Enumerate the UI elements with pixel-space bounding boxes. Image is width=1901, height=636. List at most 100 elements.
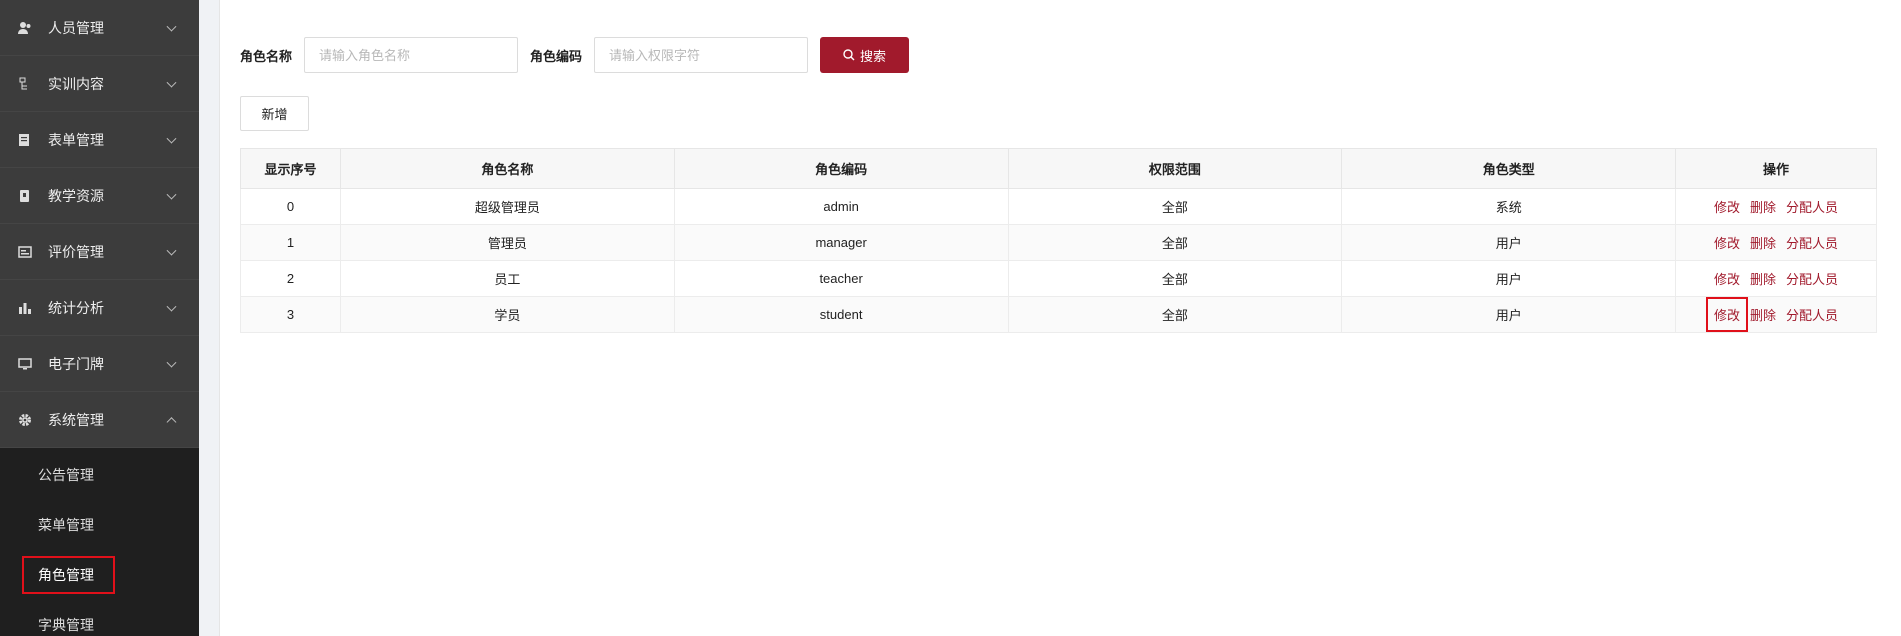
sidebar-subitem-role[interactable]: 角色管理 [0,550,199,600]
sidebar-item-system[interactable]: 系统管理 [0,392,199,448]
chevron-up-icon [166,416,177,427]
book-icon [18,189,32,203]
app: 人员管理 实训内容 表单管理 教学资源 评价管理 统计分析 电子门牌 系统管理 … [0,0,1901,636]
search-icon [843,49,855,61]
cell-idx: 0 [240,188,341,225]
edit-link[interactable]: 修改 [1706,297,1749,332]
sidebar-item-forms[interactable]: 表单管理 [0,112,199,168]
cell-name: 管理员 [339,224,675,261]
cell-name: 学员 [339,296,675,333]
cell-code: admin [673,188,1009,225]
cell-idx: 2 [240,260,341,297]
table-row: 2 员工 teacher 全部 用户 修改 删除 分配人员 [240,260,1877,297]
sidebar-item-label: 教学资源 [48,187,104,204]
delete-link[interactable]: 删除 [1750,269,1776,288]
chevron-down-icon [166,77,177,88]
sidebar-item-evaluation[interactable]: 评价管理 [0,224,199,280]
search-button[interactable]: 搜索 [820,37,910,73]
sidebar-item-resources[interactable]: 教学资源 [0,168,199,224]
content-card: 角色名称 角色编码 搜索 新增 显示序号 角色名称 角色编码 权限范围 [219,0,1901,636]
cell-ops: 修改 删除 分配人员 [1675,188,1877,225]
cell-type: 用户 [1341,224,1677,261]
bar-chart-icon [18,301,32,315]
delete-link[interactable]: 删除 [1750,233,1776,252]
sidebar-item-doorplate[interactable]: 电子门牌 [0,336,199,392]
chevron-down-icon [166,301,177,312]
cell-code: teacher [673,260,1009,297]
sidebar-item-label: 人员管理 [48,19,104,36]
sidebar-item-label: 系统管理 [48,411,104,428]
sidebar-item-training[interactable]: 实训内容 [0,56,199,112]
chevron-down-icon [166,133,177,144]
table-row: 3 学员 student 全部 用户 修改 删除 分配人员 [240,296,1877,333]
cell-scope: 全部 [1007,224,1343,261]
cell-type: 系统 [1341,188,1677,225]
cell-scope: 全部 [1007,188,1343,225]
column-header: 权限范围 [1007,148,1343,189]
cell-ops: 修改 删除 分配人员 [1675,296,1877,333]
edit-link[interactable]: 修改 [1714,269,1740,288]
assign-users-link[interactable]: 分配人员 [1786,197,1838,216]
sidebar-subitem-dictionary[interactable]: 字典管理 [0,600,199,636]
column-header: 显示序号 [240,148,341,189]
gear-icon [18,413,32,427]
cell-code: manager [673,224,1009,261]
table-header-row: 显示序号 角色名称 角色编码 权限范围 角色类型 操作 [240,148,1877,189]
sidebar-item-statistics[interactable]: 统计分析 [0,280,199,336]
role-name-input[interactable] [304,37,519,73]
table-row: 1 管理员 manager 全部 用户 修改 删除 分配人员 [240,224,1877,261]
edit-link[interactable]: 修改 [1714,233,1740,252]
main-content: 角色名称 角色编码 搜索 新增 显示序号 角色名称 角色编码 权限范围 [199,0,1901,636]
cell-scope: 全部 [1007,296,1343,333]
chevron-down-icon [166,189,177,200]
sidebar-subitem-menu[interactable]: 菜单管理 [0,500,199,550]
assign-users-link[interactable]: 分配人员 [1786,305,1838,324]
column-header: 角色类型 [1341,148,1677,189]
role-name-label: 角色名称 [240,48,293,64]
cell-type: 用户 [1341,260,1677,297]
highlight-box [22,556,115,594]
cell-name: 超级管理员 [339,188,675,225]
sidebar-subitem-notice[interactable]: 公告管理 [0,450,199,500]
sidebar-item-label: 表单管理 [48,131,104,148]
cell-code: student [673,296,1009,333]
assign-users-link[interactable]: 分配人员 [1786,269,1838,288]
system-submenu: 公告管理 菜单管理 角色管理 字典管理 [0,448,199,636]
cell-scope: 全部 [1007,260,1343,297]
form-icon [18,133,32,147]
assign-users-link[interactable]: 分配人员 [1786,233,1838,252]
sidebar-subitem-label: 公告管理 [38,467,94,483]
sidebar-subitem-label: 字典管理 [38,617,94,633]
search-button-label: 搜索 [860,48,887,64]
role-code-label: 角色编码 [530,48,583,64]
delete-link[interactable]: 删除 [1750,305,1776,324]
sidebar-subitem-label: 菜单管理 [38,517,94,533]
column-header: 角色编码 [673,148,1009,189]
delete-link[interactable]: 删除 [1750,197,1776,216]
cell-ops: 修改 删除 分配人员 [1675,224,1877,261]
chevron-down-icon [166,21,177,32]
users-icon [18,21,32,35]
cell-ops: 修改 删除 分配人员 [1675,260,1877,297]
cell-idx: 1 [240,224,341,261]
add-button[interactable]: 新增 [240,96,309,131]
role-code-input[interactable] [594,37,809,73]
chevron-down-icon [166,245,177,256]
column-header: 操作 [1675,148,1877,189]
cell-idx: 3 [240,296,341,333]
monitor-icon [18,357,32,371]
table-row: 0 超级管理员 admin 全部 系统 修改 删除 分配人员 [240,188,1877,225]
sidebar-item-label: 电子门牌 [48,355,104,372]
search-bar: 角色名称 角色编码 搜索 [240,37,910,73]
sidebar-item-label: 评价管理 [48,243,104,260]
sidebar-item-personnel[interactable]: 人员管理 [0,0,199,56]
rating-icon [18,245,32,259]
sidebar-item-label: 统计分析 [48,299,104,316]
sidebar-item-label: 实训内容 [48,75,104,92]
edit-link[interactable]: 修改 [1714,197,1740,216]
cell-name: 员工 [339,260,675,297]
chevron-down-icon [166,357,177,368]
roles-table: 显示序号 角色名称 角色编码 权限范围 角色类型 操作 0 超级管理员 admi… [240,148,1877,333]
cell-type: 用户 [1341,296,1677,333]
tree-icon [18,77,32,91]
